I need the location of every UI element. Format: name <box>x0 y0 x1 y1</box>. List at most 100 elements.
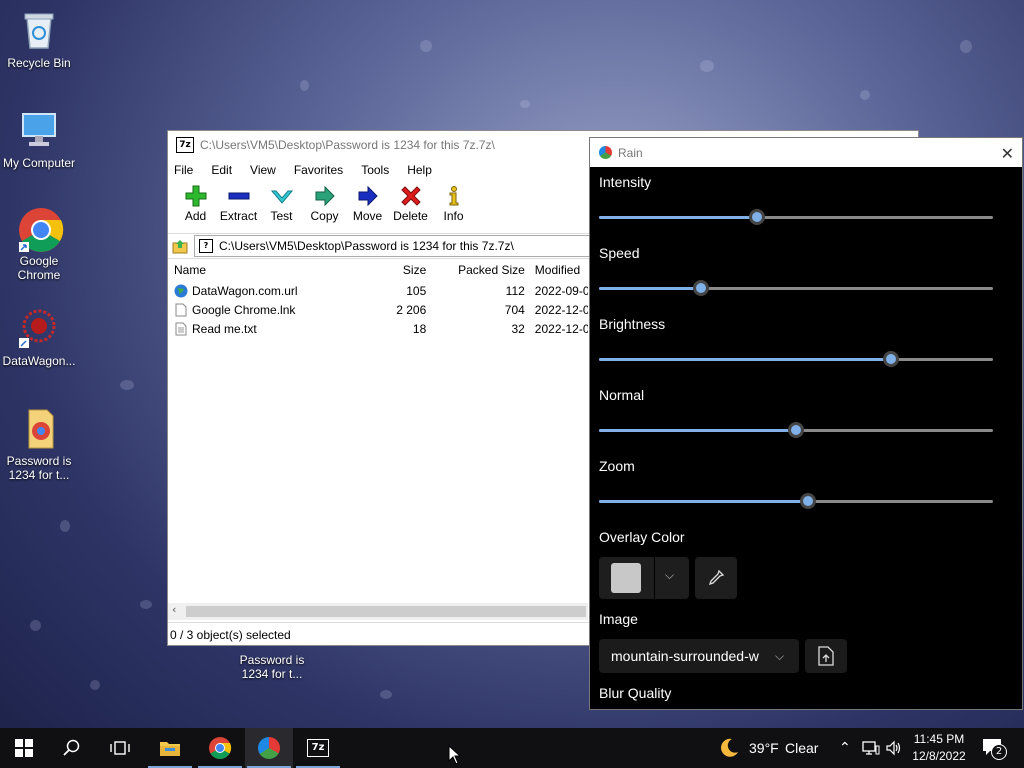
rain-title: Rain <box>618 145 643 160</box>
archive-small-icon: ? <box>199 239 213 253</box>
overlay-color-picker[interactable]: ⌵ <box>599 557 689 599</box>
archive-file-icon <box>17 406 61 450</box>
intensity-label: Intensity <box>599 174 652 190</box>
desktop-icon-password-archive[interactable]: Password is 1234 for t... <box>1 406 77 482</box>
normal-label: Normal <box>599 387 645 403</box>
file-list: Name Size Packed Size Modified DataWagon… <box>168 259 588 338</box>
file-row[interactable]: Google Chrome.lnk 2 206 704 2022-12-08 <box>168 300 588 319</box>
menu-help[interactable]: Help <box>407 163 432 177</box>
column-modified[interactable]: Modified <box>525 263 588 277</box>
overlay-color-label: Overlay Color <box>599 529 685 545</box>
chevron-down-icon: ⌵ <box>775 648 785 663</box>
chevron-up-icon[interactable]: ⌃ <box>839 740 851 756</box>
rain-window: Rain ✕ Intensity Speed Brightness Normal… <box>589 137 1023 710</box>
image-dropdown[interactable]: mountain-surrounded-w ⌵ <box>599 639 799 673</box>
column-packed-size[interactable]: Packed Size <box>426 263 525 277</box>
minus-icon <box>226 185 252 207</box>
chrome-icon <box>209 737 232 759</box>
copy-button[interactable]: Copy <box>303 181 346 233</box>
check-icon <box>269 185 295 207</box>
slider-thumb[interactable] <box>788 422 804 438</box>
desktop-icon-my-computer[interactable]: My Computer <box>1 108 77 170</box>
taskbar-7zip[interactable]: 7z <box>294 728 342 768</box>
move-button[interactable]: Move <box>346 181 389 233</box>
intensity-slider[interactable] <box>599 208 993 226</box>
slider-thumb[interactable] <box>882 351 899 367</box>
file-icon <box>174 303 188 317</box>
file-open-icon <box>818 646 834 666</box>
desktop-icon-recycle-bin[interactable]: Recycle Bin <box>1 8 77 70</box>
weather-temp[interactable]: 39°F <box>749 740 779 756</box>
menu-view[interactable]: View <box>250 163 276 177</box>
rain-logo-icon <box>258 737 280 759</box>
column-size[interactable]: Size <box>340 263 426 277</box>
slider-thumb[interactable] <box>693 280 710 296</box>
network-icon[interactable] <box>862 740 880 759</box>
menu-tools[interactable]: Tools <box>361 163 389 177</box>
add-button[interactable]: Add <box>174 181 217 233</box>
brightness-label: Brightness <box>599 316 666 332</box>
7zip-title: C:\Users\VM5\Desktop\Password is 1234 fo… <box>200 138 495 152</box>
7zip-icon: 7z <box>307 739 329 757</box>
taskbar-rain-app[interactable] <box>245 728 293 768</box>
eyedropper-button[interactable] <box>695 557 737 599</box>
slider-thumb[interactable] <box>748 209 765 225</box>
horizontal-scrollbar[interactable]: ‹ <box>168 603 588 620</box>
notifications-button[interactable]: 2 <box>982 738 1007 760</box>
scrollbar-thumb[interactable] <box>186 606 586 617</box>
computer-icon <box>17 108 61 152</box>
folder-up-icon[interactable] <box>172 238 188 254</box>
weather-condition[interactable]: Clear <box>785 740 818 756</box>
desktop-icon-google-chrome[interactable]: Google Chrome <box>1 206 77 282</box>
zoom-slider[interactable] <box>599 492 993 510</box>
zoom-label: Zoom <box>599 458 635 474</box>
column-name[interactable]: Name <box>168 263 340 277</box>
file-list-header: Name Size Packed Size Modified <box>168 259 588 281</box>
chevron-down-icon[interactable]: ⌵ <box>665 568 674 583</box>
search-icon <box>63 739 80 756</box>
slider-thumb[interactable] <box>799 493 816 509</box>
globe-icon <box>174 284 188 298</box>
speed-slider[interactable] <box>599 279 993 297</box>
task-view-button[interactable] <box>96 728 144 768</box>
image-label: Image <box>599 611 638 627</box>
image-browse-button[interactable] <box>805 639 847 673</box>
desktop-icon-datawagon[interactable]: DataWagon... <box>1 306 77 368</box>
scroll-left-icon[interactable]: ‹ <box>172 603 176 616</box>
clock[interactable]: 11:45 PM 12/8/2022 <box>904 731 974 765</box>
clock-time: 11:45 PM <box>913 732 965 746</box>
file-row[interactable]: DataWagon.com.url 105 112 2022-09-02 <box>168 281 588 300</box>
taskbar-chrome[interactable] <box>196 728 244 768</box>
start-button[interactable] <box>0 728 48 768</box>
moon-icon[interactable] <box>718 737 740 762</box>
menu-edit[interactable]: Edit <box>211 163 232 177</box>
delete-button[interactable]: Delete <box>389 181 432 233</box>
datawagon-icon <box>17 306 61 350</box>
menu-file[interactable]: File <box>174 163 193 177</box>
info-icon <box>441 185 467 207</box>
folder-icon <box>160 742 180 756</box>
recycle-bin-icon <box>17 8 61 52</box>
notification-count: 2 <box>991 744 1007 760</box>
taskbar: 7z 39°F Clear ⌃ 11:45 PM 12/8/2022 2 <box>0 728 1024 768</box>
move-arrow-icon <box>355 185 381 207</box>
status-text: 0 / 3 object(s) selected <box>170 628 291 642</box>
normal-slider[interactable] <box>599 421 993 439</box>
7zip-logo-icon: 7z <box>176 137 194 153</box>
close-icon[interactable]: ✕ <box>1001 144 1014 164</box>
search-button[interactable] <box>48 728 96 768</box>
blur-quality-label: Blur Quality <box>599 685 672 701</box>
brightness-slider[interactable] <box>599 350 993 368</box>
test-button[interactable]: Test <box>260 181 303 233</box>
rain-titlebar[interactable]: Rain ✕ <box>590 138 1022 167</box>
task-view-icon <box>110 741 130 755</box>
volume-icon[interactable] <box>885 740 903 759</box>
rain-logo-icon <box>599 146 612 159</box>
menu-favorites[interactable]: Favorites <box>294 163 343 177</box>
file-row[interactable]: Read me.txt 18 32 2022-12-08 <box>168 319 588 338</box>
delete-x-icon <box>398 185 424 207</box>
windows-icon <box>15 739 33 757</box>
extract-button[interactable]: Extract <box>217 181 260 233</box>
info-button[interactable]: Info <box>432 181 475 233</box>
taskbar-file-explorer[interactable] <box>146 728 194 768</box>
